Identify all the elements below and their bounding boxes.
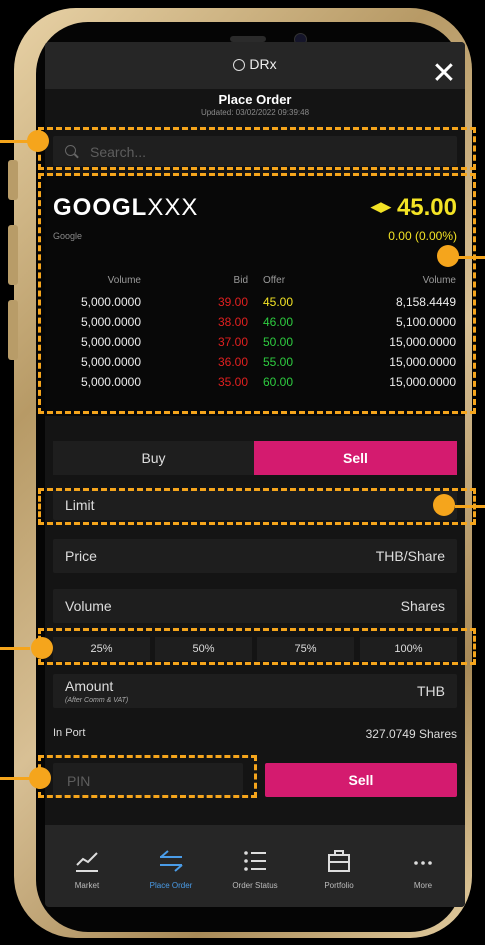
annotation-leader xyxy=(455,505,485,508)
amount-unit: THB xyxy=(417,683,445,699)
nav-place-order[interactable]: Place Order xyxy=(129,825,213,907)
nav-more-label: More xyxy=(413,881,433,890)
volume-field[interactable]: Volume Shares xyxy=(53,589,457,623)
briefcase-icon xyxy=(328,850,350,872)
annotation-marker xyxy=(437,245,459,267)
price-unit: THB/Share xyxy=(375,548,445,564)
phone-side-button xyxy=(8,300,18,360)
phone-side-button xyxy=(8,225,18,285)
amount-field[interactable]: Amount (After Comm & VAT) THB xyxy=(53,674,457,708)
nav-order-status-label: Order Status xyxy=(232,881,278,890)
close-icon[interactable]: ✕ xyxy=(431,59,457,89)
side-tabs: Buy Sell xyxy=(53,441,457,475)
swap-arrows-icon xyxy=(160,850,183,872)
brand: DRx xyxy=(45,56,465,72)
annotation-percent-box xyxy=(38,628,476,665)
annotation-search-box xyxy=(38,127,476,170)
volume-label: Volume xyxy=(65,598,112,614)
list-icon xyxy=(244,851,266,871)
nav-place-order-label: Place Order xyxy=(149,881,193,890)
volume-unit: Shares xyxy=(400,598,445,614)
nav-order-status[interactable]: Order Status xyxy=(213,825,297,907)
phone-side-button xyxy=(8,160,18,200)
in-port-value: 327.0749 Shares xyxy=(365,727,457,741)
annotation-marker xyxy=(433,494,455,516)
sell-button[interactable]: Sell xyxy=(265,763,457,797)
page-title: Place Order xyxy=(218,92,292,107)
annotation-pin-box xyxy=(38,755,257,798)
nav-portfolio-label: Portfolio xyxy=(324,881,354,890)
annotation-leader xyxy=(0,777,30,780)
annotation-marker xyxy=(29,767,51,789)
annotation-order-type-box xyxy=(38,488,476,525)
annotation-leader xyxy=(455,256,485,259)
tab-sell[interactable]: Sell xyxy=(254,441,457,475)
price-label: Price xyxy=(65,548,97,564)
drx-logo-icon xyxy=(233,59,246,71)
tab-buy[interactable]: Buy xyxy=(53,441,254,475)
nav-market-label: Market xyxy=(74,881,100,890)
bottom-nav: Market Place Order Order Status Portfoli… xyxy=(45,825,465,907)
annotation-quote-box xyxy=(38,173,476,414)
annotation-marker xyxy=(31,637,53,659)
annotation-marker xyxy=(27,130,49,152)
top-bar: DRx ✕ xyxy=(45,42,465,89)
more-dots-icon xyxy=(414,861,432,865)
annotation-leader xyxy=(0,140,30,143)
annotation-leader xyxy=(0,647,30,650)
amount-label: Amount xyxy=(65,678,114,694)
in-port-label: In Port xyxy=(53,727,86,739)
brand-name: DRx xyxy=(249,56,277,72)
nav-market[interactable]: Market xyxy=(45,825,129,907)
updated-timestamp: Updated: 03/02/2022 09:39:48 xyxy=(200,108,310,117)
nav-portfolio[interactable]: Portfolio xyxy=(297,825,381,907)
price-field[interactable]: Price THB/Share xyxy=(53,539,457,573)
nav-more[interactable]: More xyxy=(381,825,465,907)
amount-sublabel: (After Comm & VAT) xyxy=(65,697,129,704)
chart-line-icon xyxy=(76,852,98,872)
